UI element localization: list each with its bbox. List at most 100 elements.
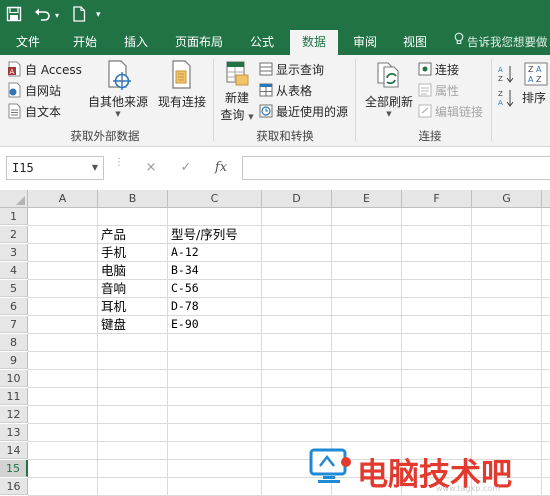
enter-icon[interactable]: ✓ <box>171 156 201 180</box>
tab-view[interactable]: 视图 <box>393 30 437 55</box>
row-header-7[interactable]: 7 <box>0 316 28 333</box>
lightbulb-icon <box>454 30 464 55</box>
sort-ascending-button[interactable]: AZ <box>498 65 514 85</box>
cell-b2[interactable]: 产品 <box>98 226 126 243</box>
column-header-c[interactable]: C <box>168 190 262 208</box>
chevron-down-icon: ▼ <box>386 110 392 118</box>
new-document-button[interactable] <box>72 0 86 30</box>
column-header-a[interactable]: A <box>28 190 98 208</box>
chevron-down-icon[interactable]: ▼ <box>92 157 98 179</box>
watermark-url: www.tagxp.com <box>436 484 500 493</box>
recent-sources-button[interactable]: 最近使用的源 <box>259 101 348 121</box>
tab-review[interactable]: 审阅 <box>343 30 387 55</box>
svg-text:A: A <box>536 65 542 74</box>
row-header-10[interactable]: 10 <box>0 370 28 387</box>
gridline <box>541 208 542 496</box>
edit-links-icon <box>418 103 432 119</box>
svg-text:Z: Z <box>498 75 503 83</box>
svg-text:A: A <box>498 99 503 107</box>
sort-descending-button[interactable]: ZA <box>498 89 514 109</box>
row-header-4[interactable]: 4 <box>0 262 28 279</box>
refresh-all-button[interactable]: 全部刷新 ▼ <box>364 59 414 118</box>
refresh-all-label: 全部刷新 <box>364 95 413 109</box>
cell-b5[interactable]: 音响 <box>98 280 126 297</box>
row-header-14[interactable]: 14 <box>0 442 28 459</box>
gridline <box>261 208 262 496</box>
cell-c7[interactable]: E-90 <box>168 316 199 333</box>
name-box[interactable]: I15 ▼ <box>6 156 104 180</box>
undo-button[interactable]: ▾ <box>34 0 59 30</box>
customize-toolbar-icon[interactable]: ▾ <box>96 0 101 30</box>
title-bar: ▾ ▾ <box>0 0 550 30</box>
formula-input[interactable] <box>242 156 550 180</box>
undo-dropdown-icon[interactable]: ▾ <box>55 11 59 20</box>
ribbon-tabs: 文件 开始 插入 页面布局 公式 数据 审阅 视图 告诉我您想要做 <box>0 30 550 55</box>
tab-data[interactable]: 数据 <box>290 30 338 55</box>
save-button[interactable] <box>6 0 22 30</box>
row-header-16[interactable]: 16 <box>0 478 28 495</box>
svg-text:Z: Z <box>536 75 542 84</box>
cell-b3[interactable]: 手机 <box>98 244 126 261</box>
cell-c3[interactable]: A-12 <box>168 244 199 261</box>
tab-home[interactable]: 开始 <box>56 30 114 55</box>
gridline <box>28 333 550 334</box>
cell-b6[interactable]: 耳机 <box>98 298 126 315</box>
from-table-button[interactable]: 从表格 <box>259 80 312 100</box>
cancel-icon[interactable]: × <box>136 156 166 180</box>
new-query-button[interactable]: 新建 查询 ▼ <box>216 59 258 123</box>
cell-c6[interactable]: D-78 <box>168 298 199 315</box>
tab-file[interactable]: 文件 <box>0 30 56 55</box>
row-header-1[interactable]: 1 <box>0 208 28 225</box>
show-queries-icon <box>259 61 273 77</box>
from-other-sources-button[interactable]: 自其他来源 ▼ <box>86 59 150 118</box>
formula-bar-grip-icon[interactable]: ⋮ <box>114 158 124 168</box>
row-header-5[interactable]: 5 <box>0 280 28 297</box>
from-access-button[interactable]: A 自 Access <box>8 59 82 79</box>
tell-me-box[interactable]: 告诉我您想要做 <box>454 30 548 55</box>
column-header-g[interactable]: G <box>472 190 542 208</box>
cell-b7[interactable]: 键盘 <box>98 316 126 333</box>
cell-c4[interactable]: B-34 <box>168 262 199 279</box>
column-header-d[interactable]: D <box>262 190 332 208</box>
from-table-label: 从表格 <box>276 83 313 98</box>
row-header-2[interactable]: 2 <box>0 226 28 243</box>
select-all-button[interactable] <box>0 190 28 208</box>
show-queries-button[interactable]: 显示查询 <box>259 59 324 79</box>
refresh-icon <box>374 59 404 93</box>
recent-sources-icon <box>259 103 273 119</box>
column-header-b[interactable]: B <box>98 190 168 208</box>
chevron-down-icon: ▼ <box>115 110 121 118</box>
column-header-h[interactable] <box>542 190 550 208</box>
row-header-3[interactable]: 3 <box>0 244 28 261</box>
column-header-f[interactable]: F <box>402 190 472 208</box>
connections-button[interactable]: 连接 <box>418 59 459 79</box>
row-header-8[interactable]: 8 <box>0 334 28 351</box>
tab-formulas[interactable]: 公式 <box>240 30 284 55</box>
cell-c5[interactable]: C-56 <box>168 280 199 297</box>
sort-button[interactable]: ZAAZ 排序 <box>522 59 550 106</box>
cell-c2[interactable]: 型号/序列号 <box>168 226 238 243</box>
row-header-12[interactable]: 12 <box>0 406 28 423</box>
edit-links-button[interactable]: 编辑链接 <box>418 101 483 121</box>
name-box-value: I15 <box>12 161 34 175</box>
row-header-9[interactable]: 9 <box>0 352 28 369</box>
row-header-15[interactable]: 15 <box>0 460 28 477</box>
row-header-11[interactable]: 11 <box>0 388 28 405</box>
svg-text:Z: Z <box>498 90 503 98</box>
gridline <box>28 369 550 370</box>
from-access-label: 自 Access <box>25 62 82 77</box>
web-icon <box>8 82 22 98</box>
from-text-button[interactable]: 自文本 <box>8 101 61 121</box>
cell-b4[interactable]: 电脑 <box>98 262 126 279</box>
from-web-button[interactable]: 自网站 <box>8 80 61 100</box>
ribbon-data: A 自 Access 自网站 自文本 自其他来源 ▼ 现有连接 获取外部数据 新 <box>0 55 550 147</box>
insert-function-icon[interactable]: fx <box>206 156 236 180</box>
properties-button[interactable]: 属性 <box>418 80 459 100</box>
existing-connections-button[interactable]: 现有连接 <box>156 59 208 110</box>
tab-page-layout[interactable]: 页面布局 <box>162 30 236 55</box>
tab-insert[interactable]: 插入 <box>114 30 158 55</box>
column-header-e[interactable]: E <box>332 190 402 208</box>
row-header-13[interactable]: 13 <box>0 424 28 441</box>
row-header-6[interactable]: 6 <box>0 298 28 315</box>
show-queries-label: 显示查询 <box>276 62 325 77</box>
